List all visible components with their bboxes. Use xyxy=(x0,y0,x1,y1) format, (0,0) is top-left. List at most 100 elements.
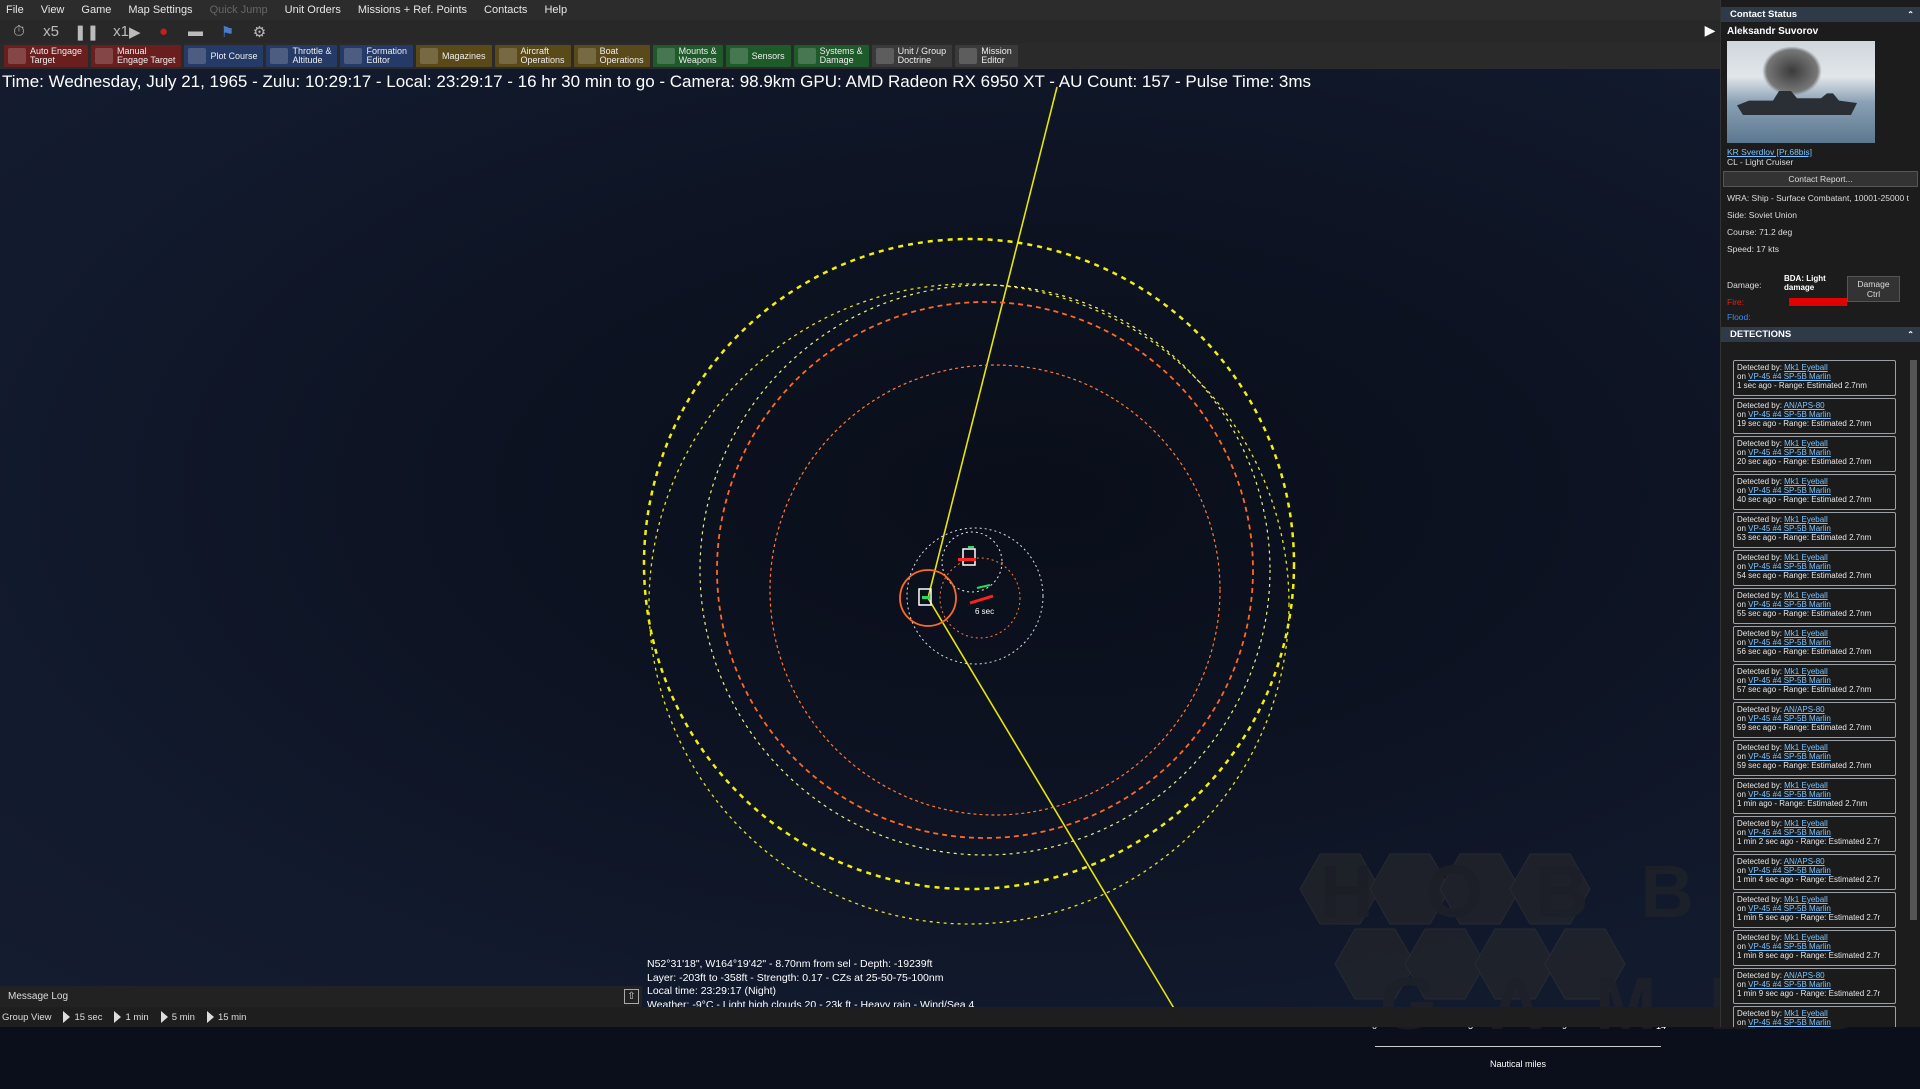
menu-file[interactable]: File xyxy=(6,4,24,16)
detection-sensor[interactable]: Mk1 Eyeball xyxy=(1784,895,1828,904)
detection-sensor[interactable]: Mk1 Eyeball xyxy=(1784,743,1828,752)
detection-sensor[interactable]: AN/APS-80 xyxy=(1784,857,1825,866)
detection-sensor[interactable]: Mk1 Eyeball xyxy=(1784,781,1828,790)
detection-sensor[interactable]: Mk1 Eyeball xyxy=(1784,591,1828,600)
detection-platform[interactable]: VP-45 #4 SP-5B Marlin xyxy=(1748,752,1831,761)
detection-item[interactable]: Detected by: Mk1 Eyeball on VP-45 #4 SP-5… xyxy=(1733,930,1896,966)
detection-item[interactable]: Detected by: Mk1 Eyeball on VP-45 #4 SP-5… xyxy=(1733,664,1896,700)
detection-item[interactable]: Detected by: Mk1 Eyeball on VP-45 #4 SP-5… xyxy=(1733,892,1896,928)
detection-platform[interactable]: VP-45 #4 SP-5B Marlin xyxy=(1748,638,1831,647)
pause-icon[interactable]: ❚❚ xyxy=(70,22,103,41)
record-icon[interactable]: ● xyxy=(151,22,177,41)
class-link[interactable]: KR Sverdlov [Pr.68bis] xyxy=(1727,147,1812,157)
flag-icon[interactable]: ⚑ xyxy=(215,22,241,41)
message-log-bar[interactable]: Message Log ⇧ xyxy=(0,986,642,1007)
toolbar-aircraft-operations-button[interactable]: Aircraft Operations xyxy=(494,45,571,67)
toolbar-sensors-button[interactable]: Sensors xyxy=(725,45,791,67)
detection-platform[interactable]: VP-45 #4 SP-5B Marlin xyxy=(1748,448,1831,457)
group-view-15sec[interactable]: 15 sec xyxy=(74,1012,102,1023)
detection-item[interactable]: Detected by: Mk1 Eyeball on VP-45 #4 SP-5… xyxy=(1733,550,1896,586)
detection-sensor[interactable]: Mk1 Eyeball xyxy=(1784,477,1828,486)
menu-unit-orders[interactable]: Unit Orders xyxy=(285,4,341,16)
detection-platform[interactable]: VP-45 #4 SP-5B Marlin xyxy=(1748,600,1831,609)
toolbar-mounts-weapons-button[interactable]: Mounts & Weapons xyxy=(652,45,723,67)
detections-header[interactable]: DETECTIONS ⌃ xyxy=(1721,327,1920,342)
detection-item[interactable]: Detected by: Mk1 Eyeball on VP-45 #4 SP-5… xyxy=(1733,512,1896,548)
detection-sensor[interactable]: Mk1 Eyeball xyxy=(1784,439,1828,448)
menu-game[interactable]: Game xyxy=(81,4,111,16)
detection-sensor[interactable]: Mk1 Eyeball xyxy=(1784,819,1828,828)
play-15min-icon[interactable] xyxy=(206,1011,214,1023)
group-view-5min[interactable]: 5 min xyxy=(172,1012,195,1023)
detection-sensor[interactable]: AN/APS-80 xyxy=(1784,971,1825,980)
detection-sensor[interactable]: Mk1 Eyeball xyxy=(1784,667,1828,676)
detection-item[interactable]: Detected by: Mk1 Eyeball on VP-45 #4 SP-5… xyxy=(1733,436,1896,472)
detection-item[interactable]: Detected by: AN/APS-80 on VP-45 #4 SP-5B … xyxy=(1733,854,1896,890)
toolbar-systems-damage-button[interactable]: Systems & Damage xyxy=(793,45,869,67)
play-1min-icon[interactable] xyxy=(114,1011,122,1023)
group-view-1min[interactable]: 1 min xyxy=(125,1012,148,1023)
menu-view[interactable]: View xyxy=(41,4,65,16)
detection-item[interactable]: Detected by: Mk1 Eyeball on VP-45 #4 SP-5… xyxy=(1733,360,1896,396)
detection-platform[interactable]: VP-45 #4 SP-5B Marlin xyxy=(1748,866,1831,875)
ship-icon[interactable]: ▬ xyxy=(183,22,209,41)
toolbar-auto-engage-target-button[interactable]: Auto Engage Target xyxy=(4,45,89,67)
detection-sensor[interactable]: AN/APS-80 xyxy=(1784,705,1825,714)
toolbar-formation-editor-button[interactable]: Formation Editor xyxy=(340,45,413,67)
toolbar-plot-course-button[interactable]: Plot Course xyxy=(184,45,264,67)
detection-platform[interactable]: VP-45 #4 SP-5B Marlin xyxy=(1748,980,1831,989)
detection-platform[interactable]: VP-45 #4 SP-5B Marlin xyxy=(1748,1018,1831,1027)
contact-status-header[interactable]: Contact Status ⌃ xyxy=(1721,7,1920,22)
toolbar-magazines-button[interactable]: Magazines xyxy=(416,45,492,67)
detection-platform[interactable]: VP-45 #4 SP-5B Marlin xyxy=(1748,562,1831,571)
detection-platform[interactable]: VP-45 #4 SP-5B Marlin xyxy=(1748,904,1831,913)
detection-item[interactable]: Detected by: Mk1 Eyeball on VP-45 #4 SP-5… xyxy=(1733,626,1896,662)
contact-report-button[interactable]: Contact Report... xyxy=(1723,171,1918,187)
collapse-panel-icon[interactable]: ▶ xyxy=(1700,20,1720,40)
speed-button[interactable]: x1 ▶ xyxy=(109,22,144,41)
detection-platform[interactable]: VP-45 #4 SP-5B Marlin xyxy=(1748,714,1831,723)
detection-platform[interactable]: VP-45 #4 SP-5B Marlin xyxy=(1748,942,1831,951)
detection-platform[interactable]: VP-45 #4 SP-5B Marlin xyxy=(1748,372,1831,381)
map-view[interactable]: 6 sec HOBBY GAMES 0 5 9 14 Nautical mile… xyxy=(0,69,1859,1069)
detection-platform[interactable]: VP-45 #4 SP-5B Marlin xyxy=(1748,828,1831,837)
detection-sensor[interactable]: AN/APS-80 xyxy=(1784,401,1825,410)
detection-sensor[interactable]: Mk1 Eyeball xyxy=(1784,629,1828,638)
play-15sec-icon[interactable] xyxy=(63,1011,71,1023)
toolbar-mission-editor-button[interactable]: Mission Editor xyxy=(955,45,1018,67)
detection-platform[interactable]: VP-45 #4 SP-5B Marlin xyxy=(1748,790,1831,799)
menu-contacts[interactable]: Contacts xyxy=(484,4,527,16)
detection-platform[interactable]: VP-45 #4 SP-5B Marlin xyxy=(1748,486,1831,495)
detections-scrollbar[interactable] xyxy=(1910,360,1917,920)
menu-map-settings[interactable]: Map Settings xyxy=(128,4,192,16)
detection-item[interactable]: Detected by: Mk1 Eyeball on VP-45 #4 SP-5… xyxy=(1733,1006,1896,1027)
settings-gear-icon[interactable]: ⚙ xyxy=(247,22,273,41)
menu-missions-ref-points[interactable]: Missions + Ref. Points xyxy=(358,4,467,16)
detection-sensor[interactable]: Mk1 Eyeball xyxy=(1784,515,1828,524)
detection-item[interactable]: Detected by: Mk1 Eyeball on VP-45 #4 SP-5… xyxy=(1733,816,1896,852)
menu-help[interactable]: Help xyxy=(544,4,567,16)
detection-item[interactable]: Detected by: Mk1 Eyeball on VP-45 #4 SP-5… xyxy=(1733,778,1896,814)
detection-platform[interactable]: VP-45 #4 SP-5B Marlin xyxy=(1748,524,1831,533)
contact-marker[interactable] xyxy=(962,548,976,566)
detection-item[interactable]: Detected by: Mk1 Eyeball on VP-45 #4 SP-5… xyxy=(1733,474,1896,510)
toolbar-manual-engage-target-button[interactable]: Manual Engage Target xyxy=(91,45,182,67)
detection-item[interactable]: Detected by: AN/APS-80 on VP-45 #4 SP-5B … xyxy=(1733,968,1896,1004)
play-5min-icon[interactable] xyxy=(160,1011,168,1023)
group-view-15min[interactable]: 15 min xyxy=(218,1012,247,1023)
clock-icon[interactable]: ⏱ xyxy=(6,22,32,41)
toolbar-unit-group-doctrine-button[interactable]: Unit / Group Doctrine xyxy=(871,45,953,67)
toolbar-throttle-altitude-button[interactable]: Throttle & Altitude xyxy=(266,45,338,67)
detection-platform[interactable]: VP-45 #4 SP-5B Marlin xyxy=(1748,410,1831,419)
detection-item[interactable]: Detected by: AN/APS-80 on VP-45 #4 SP-5B … xyxy=(1733,702,1896,738)
detection-sensor[interactable]: Mk1 Eyeball xyxy=(1784,933,1828,942)
detection-item[interactable]: Detected by: Mk1 Eyeball on VP-45 #4 SP-5… xyxy=(1733,588,1896,624)
collapse-chevron-icon[interactable]: ⌃ xyxy=(1907,10,1914,19)
toolbar-boat-operations-button[interactable]: Boat Operations xyxy=(573,45,650,67)
detection-item[interactable]: Detected by: AN/APS-80 on VP-45 #4 SP-5B … xyxy=(1733,398,1896,434)
detection-sensor[interactable]: Mk1 Eyeball xyxy=(1784,363,1828,372)
detection-platform[interactable]: VP-45 #4 SP-5B Marlin xyxy=(1748,676,1831,685)
detection-sensor[interactable]: Mk1 Eyeball xyxy=(1784,553,1828,562)
damage-control-button[interactable]: Damage Ctrl xyxy=(1847,276,1900,302)
expand-log-icon[interactable]: ⇧ xyxy=(624,989,639,1004)
